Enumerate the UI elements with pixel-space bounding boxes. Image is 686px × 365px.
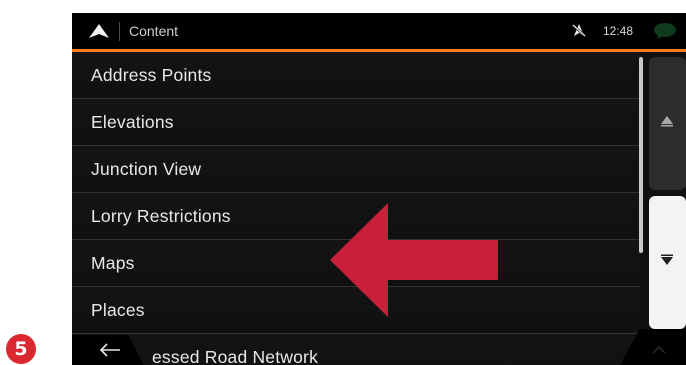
- list-item-label: Junction View: [91, 159, 202, 179]
- navigation-screen: Content 12:48 Address Points Elevations …: [72, 13, 686, 365]
- triangle-up-icon: [661, 116, 673, 127]
- status-bar: Content 12:48: [72, 13, 686, 49]
- list-item-elevations[interactable]: Elevations: [72, 99, 640, 146]
- back-arrow-icon[interactable]: [99, 343, 121, 357]
- list-item-label: Lorry Restrictions: [91, 206, 231, 226]
- step-number-badge: 5: [6, 334, 36, 364]
- list-item-label: essed Road Network: [152, 347, 319, 365]
- header-divider: [119, 22, 120, 41]
- scroll-up-button[interactable]: [649, 57, 686, 190]
- list-item-processed-road-network[interactable]: essed Road Network: [72, 334, 640, 365]
- chevron-up-icon: [652, 346, 666, 354]
- message-bubble-icon[interactable]: [653, 22, 677, 40]
- navigation-arrow-icon[interactable]: [88, 23, 110, 39]
- list-item-label: Address Points: [91, 65, 212, 85]
- scroll-down-button[interactable]: [649, 196, 686, 329]
- triangle-down-icon: [661, 254, 673, 265]
- callout-arrow-icon: [330, 203, 498, 317]
- list-item-label: Maps: [91, 253, 135, 273]
- page-title: Content: [129, 23, 179, 39]
- scrollbar-thumb[interactable]: [639, 57, 643, 253]
- list-item-label: Elevations: [91, 112, 174, 132]
- list-item-label: Places: [91, 300, 145, 320]
- gps-off-icon: [572, 24, 586, 37]
- clock: 12:48: [603, 24, 634, 38]
- list-item-address-points[interactable]: Address Points: [72, 52, 640, 99]
- list-item-junction-view[interactable]: Junction View: [72, 146, 640, 193]
